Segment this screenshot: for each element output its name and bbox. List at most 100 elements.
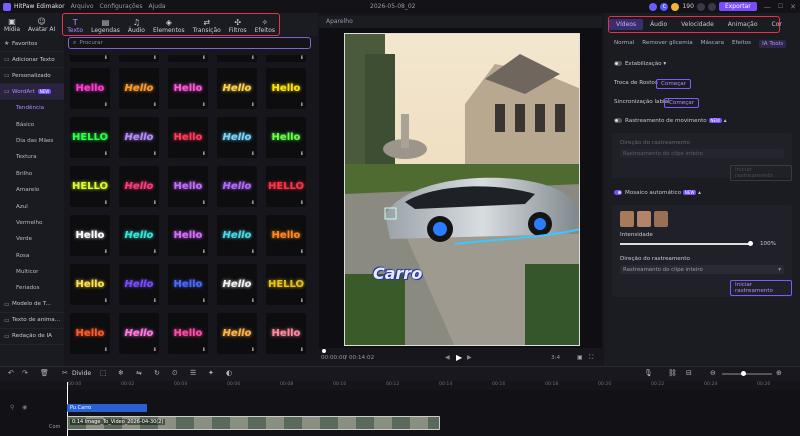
wordart-tile[interactable]: HELLO ⬇ [266, 166, 306, 207]
tool-legendas[interactable]: ▤ Legendas [87, 14, 124, 37]
download-icon[interactable]: ⬇ [251, 249, 255, 255]
playhead-knob[interactable] [322, 349, 326, 353]
category-favoritos[interactable]: ★ Favoritos [0, 36, 64, 52]
wordart-tile[interactable]: HELLO ⬇ [70, 117, 110, 158]
subtab-normal[interactable]: Normal [614, 40, 634, 48]
subcategory-azul[interactable]: Azul [0, 198, 64, 214]
lip-sync-start-button[interactable]: Começar [664, 98, 700, 108]
wordart-tile[interactable]: Hello ⬇ [168, 166, 208, 207]
wordart-tile[interactable]: Hello ⬇ [217, 215, 257, 256]
wordart-tile[interactable]: Hello ⬇ [119, 215, 159, 256]
wordart-tile[interactable]: ⬇ [70, 55, 110, 62]
download-icon[interactable]: ⬇ [300, 347, 304, 353]
zoom-slider-handle[interactable] [741, 371, 746, 376]
aspect-ratio[interactable]: 3:4 [551, 355, 560, 361]
wordart-tile[interactable]: ⬇ [119, 55, 159, 62]
wordart-tile[interactable]: Hello ⬇ [70, 264, 110, 305]
menu-configuracoes[interactable]: Configurações [100, 3, 143, 10]
wordart-tile[interactable]: Hello ⬇ [266, 215, 306, 256]
subtab-mascara[interactable]: Máscara [701, 40, 724, 48]
download-icon[interactable]: ⬇ [300, 298, 304, 304]
download-icon[interactable]: ⬇ [251, 102, 255, 108]
download-icon[interactable]: ⬇ [202, 55, 206, 61]
snapshot-icon[interactable]: ▣ [577, 354, 583, 361]
prev-frame-icon[interactable]: ◀ [445, 354, 450, 361]
subcategory-textura[interactable]: Textura [0, 149, 64, 165]
search-input[interactable]: ⌕ Procurar [68, 37, 311, 49]
wordart-tile[interactable]: Hello ⬇ [168, 68, 208, 109]
mirror-icon[interactable]: ⇋ [136, 369, 142, 377]
motion-start-tracking-button[interactable]: Iniciar rastreamento [730, 165, 792, 181]
face-thumbnail[interactable] [654, 211, 668, 227]
wordart-tile[interactable]: Hello ⬇ [70, 215, 110, 256]
motion-direction-select[interactable]: Rastreamento do clipe inteiro [620, 149, 784, 158]
subcategory-tendencia[interactable]: Tendência [0, 100, 64, 116]
category-wordart[interactable]: ▭ WordArt NEW [0, 84, 64, 100]
stabilization-row[interactable]: Estabilização ▾ [614, 61, 666, 67]
download-icon[interactable]: ⬇ [202, 347, 206, 353]
tool-texto[interactable]: T Texto [63, 14, 87, 37]
category-personalizado[interactable]: ▭ Personalizado [0, 68, 64, 84]
cloud-icon[interactable] [649, 2, 658, 11]
face-swap-start-button[interactable]: Começar [656, 79, 692, 89]
fullscreen-icon[interactable]: ⛶ [589, 354, 593, 362]
wordart-tile[interactable]: Hello ⬇ [119, 68, 159, 109]
menu-arquivo[interactable]: Arquivo [71, 3, 94, 10]
subcategory-dia-das-maes[interactable]: Dia das Mães [0, 133, 64, 149]
auto-mosaic-toggle[interactable] [614, 190, 622, 195]
wordart-tile[interactable]: HELLO ⬇ [266, 264, 306, 305]
zoom-slider[interactable] [722, 373, 772, 375]
download-icon[interactable]: ⬇ [251, 298, 255, 304]
maximize-icon[interactable]: ☐ [778, 3, 783, 10]
download-icon[interactable]: ⬇ [202, 249, 206, 255]
export-button[interactable]: Exportar [718, 2, 757, 11]
tab-audio[interactable]: Áudio [643, 19, 674, 30]
freeze-icon[interactable]: ❄ [118, 369, 124, 377]
menu-icon[interactable] [707, 2, 716, 11]
download-icon[interactable]: ⬇ [300, 151, 304, 157]
download-icon[interactable]: ⬇ [300, 102, 304, 108]
track-eye-icon[interactable]: ◉ [22, 404, 27, 411]
user-avatar[interactable]: C [660, 2, 669, 11]
wordart-tile[interactable]: Hello ⬇ [70, 313, 110, 354]
tool-avatar-ai[interactable]: ☺ Avatar AI [24, 13, 59, 36]
mosaic-start-tracking-button[interactable]: Iniciar rastreamento [730, 280, 792, 296]
menu-ajuda[interactable]: Ajuda [149, 3, 166, 10]
wordart-tile[interactable]: ⬇ [266, 55, 306, 62]
wordart-tile[interactable]: Hello ⬇ [217, 264, 257, 305]
download-icon[interactable]: ⬇ [153, 55, 157, 61]
mosaic-direction-select[interactable]: Rastreamento do clipe inteiro ▾ [620, 265, 784, 274]
face-thumbnail[interactable] [620, 211, 634, 227]
wordart-tile[interactable]: Hello ⬇ [168, 117, 208, 158]
link-icon[interactable]: ⛓ [668, 369, 677, 377]
stabilization-toggle[interactable] [614, 61, 622, 66]
subcategory-verde[interactable]: Verde [0, 231, 64, 247]
download-icon[interactable]: ⬇ [153, 102, 157, 108]
video-clip[interactable]: 0:14 Image_To_Video_2026-04-30(2) [67, 416, 440, 430]
download-icon[interactable]: ⬇ [202, 151, 206, 157]
wordart-tile[interactable]: Hello ⬇ [217, 117, 257, 158]
wordart-tile[interactable]: Hello ⬇ [168, 313, 208, 354]
download-icon[interactable]: ⬇ [104, 55, 108, 61]
play-icon[interactable]: ▶ [456, 353, 462, 362]
mask-icon[interactable]: ◐ [226, 369, 232, 377]
snap-icon[interactable]: ⊟ [686, 369, 692, 377]
close-icon[interactable]: ✕ [790, 3, 796, 11]
motion-tracking-toggle[interactable] [614, 118, 622, 123]
rotate-icon[interactable]: ↻ [154, 369, 160, 377]
category-adicionar-texto[interactable]: ▭ Adicionar Texto [0, 52, 64, 68]
download-icon[interactable]: ⬇ [202, 298, 206, 304]
split-label[interactable]: Divide [72, 370, 91, 377]
download-icon[interactable]: ⬇ [202, 200, 206, 206]
download-icon[interactable]: ⬇ [153, 347, 157, 353]
download-icon[interactable]: ⬇ [104, 249, 108, 255]
zoom-out-icon[interactable]: ⊖ [710, 369, 716, 377]
mic-icon[interactable]: 🎙 [644, 369, 653, 377]
overlay-text[interactable]: Carro [373, 264, 422, 283]
category-texto-animado[interactable]: ▭ Texto de anima... [0, 313, 64, 329]
tab-cor[interactable]: Cor [765, 19, 789, 30]
wordart-tile[interactable]: Hello ⬇ [266, 117, 306, 158]
gift-icon[interactable] [696, 2, 705, 11]
next-frame-icon[interactable]: ▶ [467, 354, 472, 361]
wordart-tile[interactable]: Hello ⬇ [266, 68, 306, 109]
